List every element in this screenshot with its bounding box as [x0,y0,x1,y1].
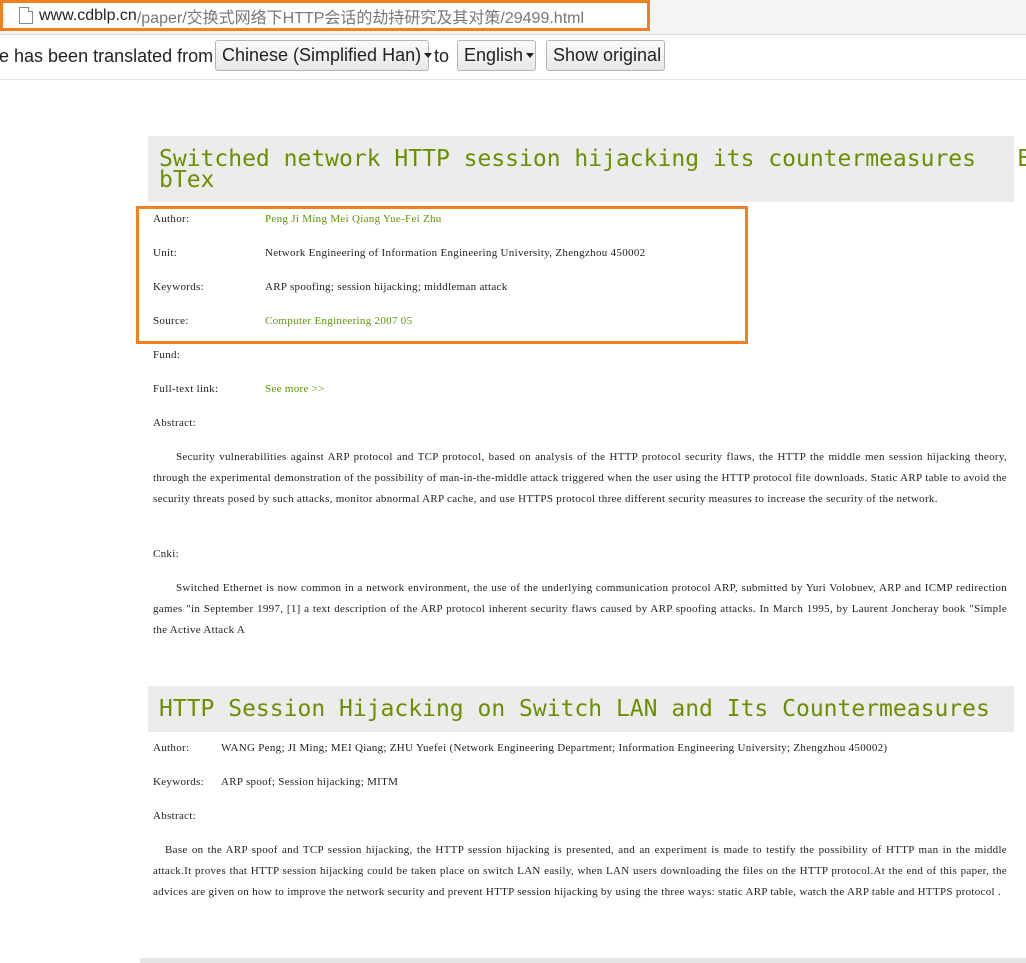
address-bar: www.cdblp.cn/paper/交换式网络下HTTP会话的劫持研究及其对策… [0,0,1026,35]
paper1-title: Switched network HTTP session hijacking … [159,146,1026,193]
author-link[interactable]: Peng Ji Ming Mei Qiang Yue-Fei Zhu [265,213,442,225]
source-label: Source: [153,315,189,327]
paper2-abstract-label: Abstract: [153,810,197,822]
paper2-author-value: WANG Peng; JI Ming; MEI Qiang; ZHU Yuefe… [221,742,888,754]
show-original-label: Show original [553,45,662,65]
url-input[interactable]: www.cdblp.cn/paper/交换式网络下HTTP会话的劫持研究及其对策… [0,0,650,31]
translate-message: e has been translated from [0,46,214,66]
paper1-title-line2: bTex [159,167,215,193]
source-language-label: Chinese (Simplified Han) [222,45,422,65]
keywords-value: ARP spoofing; session hijacking; middlem… [265,281,508,293]
fulltext-label: Full-text link: [153,383,219,395]
target-language-label: English [464,45,524,65]
paper2-title: HTTP Session Hijacking on Switch LAN and… [159,696,990,722]
see-more-link[interactable]: See more >> [265,383,325,395]
paper2-author-label: Author: [153,742,190,754]
translate-bar: e has been translated from Chinese (Simp… [0,35,1026,80]
paper2-keywords-label: Keywords: [153,776,204,788]
page-icon [19,7,33,24]
chevron-down-icon [424,53,433,58]
source-language-select[interactable]: Chinese (Simplified Han) [215,40,433,71]
paper1-title-band: Switched network HTTP session hijacking … [148,136,1026,202]
chevron-down-icon [526,53,535,58]
highlight-box [136,206,748,344]
paper1-title-line1: Switched network HTTP session hijacking … [159,146,1026,172]
paper2-keywords-value: ARP spoof; Session hijacking; MITM [221,776,399,788]
show-original-button[interactable]: Show original [546,40,665,71]
paper2-abstract-text: Base on the ARP spoof and TCP session hi… [153,844,1007,898]
url-domain: www.cdblp.cn [39,6,137,24]
url-path: /paper/交换式网络下HTTP会话的劫持研究及其对策/29499.html [136,9,585,27]
cnki-label: Cnki: [153,548,179,560]
abstract-text: Security vulnerabilities against ARP pro… [153,451,1007,505]
unit-label: Unit: [153,247,178,259]
paper2-title-band: HTTP Session Hijacking on Switch LAN and… [148,686,1014,732]
target-language-select[interactable]: English [457,40,536,71]
source-link[interactable]: Computer Engineering 2007 05 [265,315,412,327]
unit-value: Network Engineering of Information Engin… [265,247,646,259]
cnki-text: Switched Ethernet is now common in a net… [153,582,1007,636]
divider [140,958,1026,963]
keywords-label: Keywords: [153,281,204,293]
fund-label: Fund: [153,349,181,361]
abstract-label: Abstract: [153,417,197,429]
translate-to-label: to [434,46,450,66]
author-label: Author: [153,213,190,225]
